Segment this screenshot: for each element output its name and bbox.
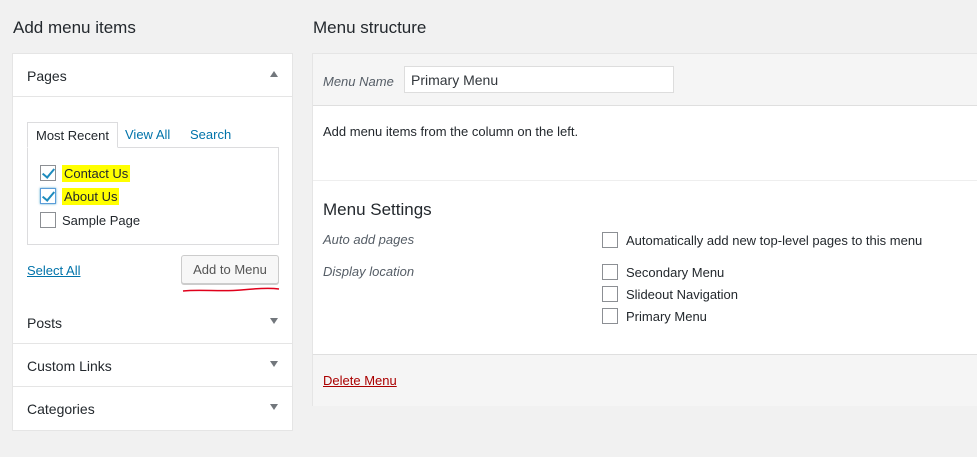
posts-section-header[interactable]: Posts [13, 301, 292, 344]
pages-section-title: Pages [27, 68, 67, 84]
delete-menu-link[interactable]: Delete Menu [323, 373, 397, 388]
add-menu-items-heading: Add menu items [13, 18, 136, 37]
pages-tabs: Most Recent View All Search [27, 122, 279, 148]
red-annotation-underline [182, 287, 280, 292]
about-us-checkbox[interactable] [40, 188, 56, 204]
auto-add-option-label: Automatically add new top-level pages to… [626, 232, 923, 248]
location-slideout-navigation[interactable]: Slideout Navigation [602, 285, 738, 303]
menu-name-input[interactable] [404, 66, 674, 93]
tab-search[interactable]: Search [190, 122, 231, 148]
auto-add-pages-label: Auto add pages [323, 232, 415, 247]
auto-add-option[interactable]: Automatically add new top-level pages to… [602, 231, 922, 249]
categories-section-title: Categories [27, 401, 95, 417]
tab-view-all[interactable]: View All [125, 122, 170, 148]
primary-menu-checkbox[interactable] [602, 308, 618, 324]
page-item-sample-page[interactable]: Sample Page [40, 211, 140, 229]
tab-most-recent[interactable]: Most Recent [27, 122, 118, 148]
select-all-link[interactable]: Select All [27, 263, 80, 278]
pages-section-header[interactable]: Pages [13, 54, 292, 97]
contact-us-checkbox[interactable] [40, 165, 56, 181]
posts-section-title: Posts [27, 315, 63, 331]
menu-structure-panel: Menu Name Add menu items from the column… [312, 53, 977, 406]
custom-links-section-title: Custom Links [27, 358, 112, 374]
location-label: Secondary Menu [626, 264, 725, 280]
menu-name-label: Menu Name [323, 74, 394, 89]
page-item-contact-us[interactable]: Contact Us [40, 164, 131, 182]
divider [313, 180, 977, 181]
menu-settings-title: Menu Settings [323, 200, 432, 219]
menu-structure-heading: Menu structure [313, 18, 427, 37]
sample-page-checkbox[interactable] [40, 212, 56, 228]
location-primary-menu[interactable]: Primary Menu [602, 307, 707, 325]
page-item-about-us[interactable]: About Us [40, 187, 120, 205]
location-label: Primary Menu [626, 308, 707, 324]
expand-arrow-icon[interactable] [270, 318, 278, 324]
expand-arrow-icon[interactable] [270, 361, 278, 367]
pages-list: Contact Us About Us Sample Page [27, 147, 279, 245]
display-location-label: Display location [323, 264, 415, 279]
menu-instructions: Add menu items from the column on the le… [323, 124, 579, 139]
page-item-label: Contact Us [62, 164, 131, 182]
categories-section-header[interactable]: Categories [13, 387, 292, 431]
menu-header: Menu Name [313, 54, 977, 106]
secondary-menu-checkbox[interactable] [602, 264, 618, 280]
location-secondary-menu[interactable]: Secondary Menu [602, 263, 724, 281]
page-item-label: Sample Page [62, 212, 141, 228]
menu-footer: Delete Menu [313, 354, 977, 406]
slideout-navigation-checkbox[interactable] [602, 286, 618, 302]
expand-arrow-icon[interactable] [270, 404, 278, 410]
add-to-menu-button[interactable]: Add to Menu [181, 255, 279, 284]
location-label: Slideout Navigation [626, 286, 739, 302]
add-menu-items-panel: Pages Most Recent View All Search Contac… [12, 53, 293, 431]
page-item-label: About Us [62, 187, 120, 205]
collapse-arrow-icon[interactable] [270, 71, 278, 77]
custom-links-section-header[interactable]: Custom Links [13, 344, 292, 387]
auto-add-checkbox[interactable] [602, 232, 618, 248]
